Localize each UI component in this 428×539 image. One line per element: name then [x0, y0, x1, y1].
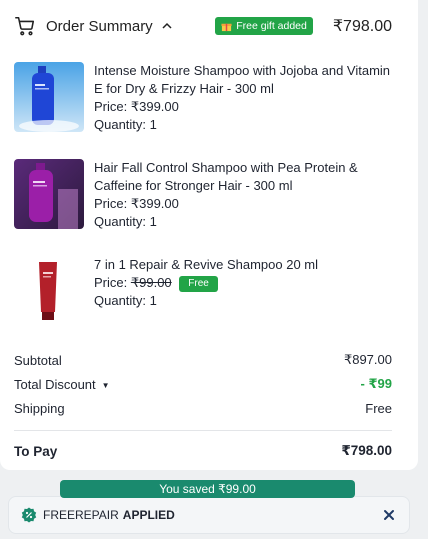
- order-summary-title: Order Summary: [46, 17, 153, 35]
- list-item: Intense Moisture Shampoo with Jojoba and…: [14, 62, 398, 134]
- price-label: Price:: [94, 275, 128, 290]
- product-image: [14, 159, 84, 229]
- product-quantity: Quantity: 1: [94, 117, 157, 132]
- product-price: Price: ₹99.00 Free: [94, 274, 318, 292]
- cart-icon: [15, 16, 35, 36]
- savings-banner: You saved ₹99.00: [60, 480, 355, 498]
- caret-down-icon[interactable]: ▼: [102, 381, 110, 390]
- topay-row: To Pay ₹798.00: [14, 439, 392, 463]
- product-price: Price: ₹399.00: [94, 99, 179, 114]
- product-image: [14, 256, 84, 326]
- product-name: 7 in 1 Repair & Revive Shampoo 20 ml: [94, 257, 319, 272]
- close-icon[interactable]: [383, 509, 395, 521]
- shipping-row: Shipping Free: [14, 396, 392, 420]
- free-gift-badge-label: Free gift added: [236, 20, 307, 32]
- price-summary: Subtotal ₹897.00 Total Discount ▼ - ₹99 S…: [14, 348, 392, 463]
- order-summary-header[interactable]: Order Summary Free gift added ₹798.00: [14, 14, 392, 38]
- applied-coupon: FREEREPAIR APPLIED: [8, 496, 410, 534]
- product-quantity: Quantity: 1: [94, 214, 157, 229]
- struck-price: ₹99.00: [130, 275, 172, 290]
- list-item: 7 in 1 Repair & Revive Shampoo 20 ml Pri…: [14, 256, 398, 326]
- shipping-value: Free: [365, 400, 392, 416]
- subtotal-label: Subtotal: [14, 352, 62, 368]
- list-item: Hair Fall Control Shampoo with Pea Prote…: [14, 159, 398, 231]
- free-gift-badge: Free gift added: [215, 17, 313, 35]
- product-quantity: Quantity: 1: [94, 293, 157, 308]
- coupon-text: FREEREPAIR APPLIED: [43, 508, 175, 522]
- gift-icon: [221, 23, 232, 31]
- product-name: Intense Moisture Shampoo with Jojoba and…: [94, 63, 391, 96]
- product-image: [14, 62, 84, 132]
- discount-value: - ₹99: [360, 376, 392, 391]
- subtotal-value: ₹897.00: [343, 352, 392, 367]
- discount-icon: [21, 507, 37, 523]
- topay-label: To Pay: [14, 443, 58, 459]
- free-tag: Free: [179, 276, 218, 292]
- product-price: Price: ₹399.00: [94, 196, 179, 211]
- coupon-status: APPLIED: [122, 508, 175, 522]
- discount-row: Total Discount ▼ - ₹99: [14, 372, 392, 396]
- subtotal-row: Subtotal ₹897.00: [14, 348, 392, 372]
- header-total: ₹798.00: [332, 18, 392, 35]
- discount-toggle[interactable]: Total Discount ▼: [14, 377, 110, 392]
- topay-value: ₹798.00: [341, 443, 392, 458]
- discount-label: Total Discount: [14, 376, 96, 392]
- chevron-up-icon[interactable]: [161, 20, 173, 32]
- product-name: Hair Fall Control Shampoo with Pea Prote…: [94, 160, 358, 193]
- divider: [14, 430, 392, 431]
- order-summary-card: Order Summary Free gift added ₹798.00 In…: [0, 0, 418, 470]
- coupon-code: FREEREPAIR: [43, 508, 119, 522]
- shipping-label: Shipping: [14, 400, 65, 416]
